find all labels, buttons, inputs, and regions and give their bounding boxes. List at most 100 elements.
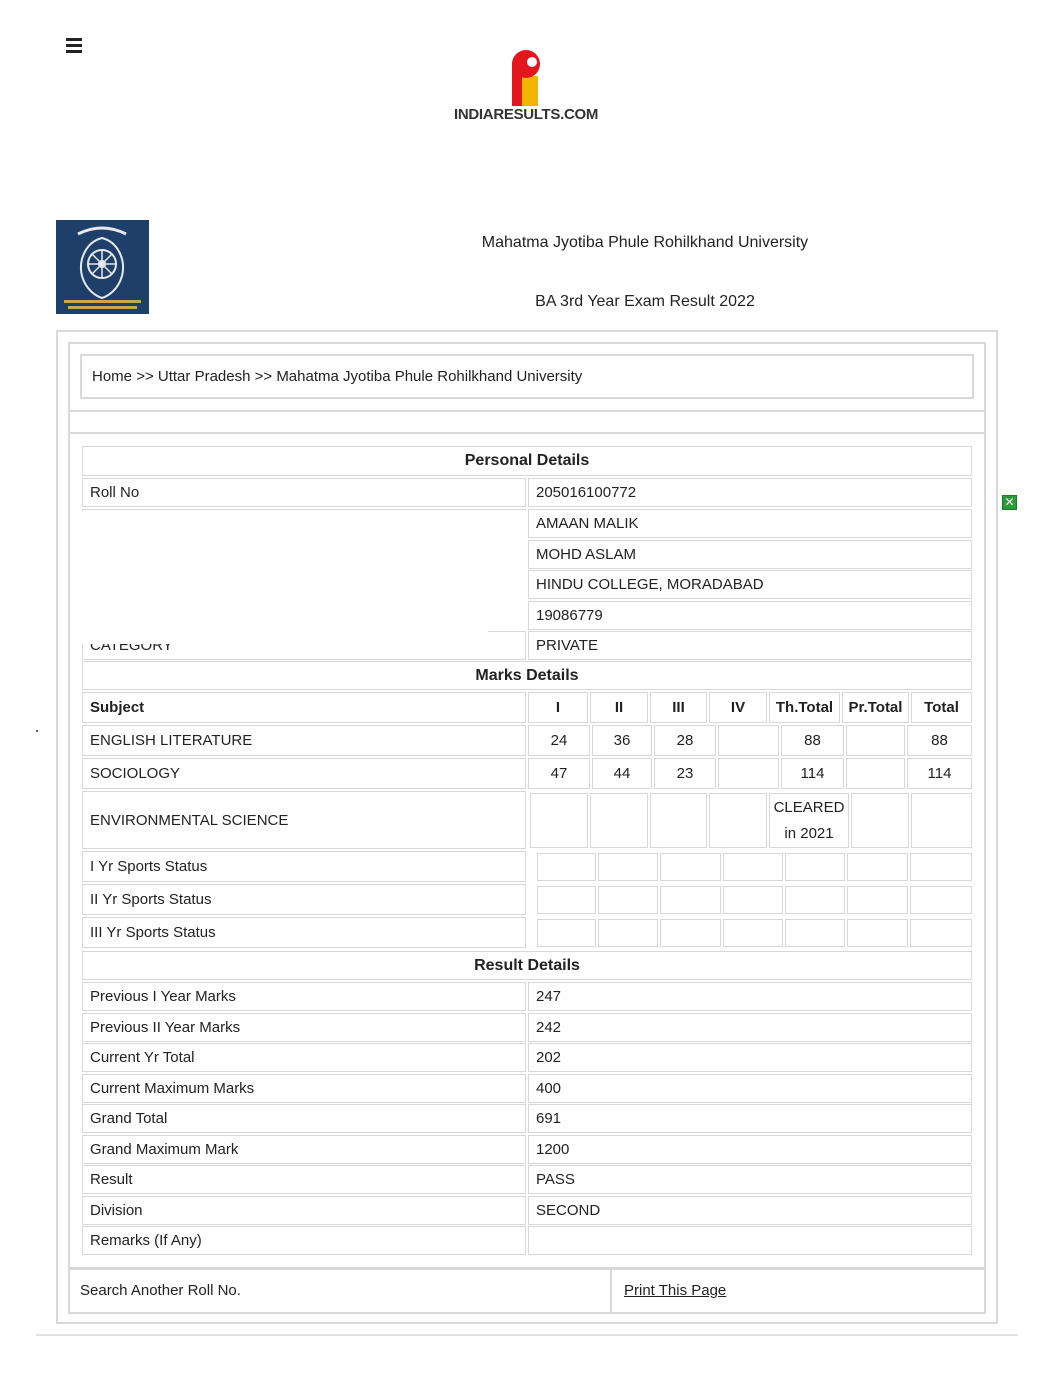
marks-header-iv: IV [709,692,767,723]
ad-overlay-blank [70,511,488,644]
marks-total: 114 [907,758,972,789]
ad-close-icon[interactable]: ✕ [1002,495,1017,510]
marks-pr-total [846,725,905,756]
breadcrumb-separator: >> [254,368,273,385]
result-value: 1200 [528,1135,972,1164]
page-divider [36,1334,1018,1336]
sports-cell [910,919,972,947]
print-page-link[interactable]: Print This Page [610,1270,984,1312]
marks-th-total: 114 [781,758,844,789]
sports-cell [598,853,658,881]
marks-th-total: 88 [781,725,844,756]
sports-cell [598,919,658,947]
university-name: Mahatma Jyotiba Phule Rohilkhand Univers… [481,234,809,251]
result-label: Previous II Year Marks [82,1013,526,1042]
site-logo-mark [512,50,540,106]
name-value: AMAAN MALIK [528,509,972,538]
breadcrumb-separator: >> [136,368,154,385]
marks-i [530,793,588,848]
marks-iii: 28 [654,725,716,756]
marks-iv [718,725,779,756]
marks-header-th-total: Th.Total [769,692,840,723]
sports-status-label: III Yr Sports Status [82,917,526,948]
sports-cell [537,886,596,914]
marks-header-subject: Subject [82,692,526,723]
result-label: Current Maximum Marks [82,1074,526,1103]
result-label: Result [82,1165,526,1194]
sports-cell [847,919,908,947]
marks-ii: 44 [592,758,652,789]
marks-i: 24 [528,725,590,756]
breadcrumb-home[interactable]: Home [92,368,132,385]
remarks-value [528,1226,972,1255]
marks-ii [590,793,648,848]
sports-cell [910,853,972,881]
breadcrumb-state[interactable]: Uttar Pradesh [158,368,251,385]
result-label: Grand Maximum Mark [82,1135,526,1164]
subject-name: ENGLISH LITERATURE [82,725,526,756]
sports-cell [723,919,783,947]
enrolment-value: 19086779 [528,601,972,630]
cleared-status: CLEARED [773,798,845,816]
sports-cell [847,853,908,881]
result-value: 691 [528,1104,972,1133]
result-label: Current Yr Total [82,1043,526,1072]
sports-cell [910,886,972,914]
marks-total [911,793,972,848]
sports-cell [660,853,721,881]
sports-status-label: II Yr Sports Status [82,884,526,915]
marks-header-i: I [528,692,588,723]
marks-header-total: Total [911,692,972,723]
marks-header-iii: III [650,692,707,723]
result-label: Remarks (If Any) [82,1226,526,1255]
sports-cell [660,886,721,914]
sports-cell [723,886,783,914]
roll-no-value: 205016100772 [528,478,972,507]
marks-pr-total [846,758,905,789]
search-another-roll-link[interactable]: Search Another Roll No. [70,1270,610,1312]
personal-details-heading: Personal Details [82,446,972,476]
marks-ii: 36 [592,725,652,756]
result-details-heading: Result Details [82,951,972,980]
category-value: PRIVATE [528,631,972,660]
spacer-row [68,410,986,434]
result-value: 242 [528,1013,972,1042]
stray-dot [36,730,38,732]
sports-cell [785,886,845,914]
marks-i: 47 [528,758,590,789]
sports-cell [723,853,783,881]
sports-cell [785,919,845,947]
print-page-label: Print This Page [624,1282,727,1299]
exam-title: BA 3rd Year Exam Result 2022 [535,293,755,310]
site-logo-text: INDIARESULTS.COM [454,106,599,123]
marks-total: 88 [907,725,972,756]
hamburger-menu-icon[interactable] [66,38,86,56]
subject-name: SOCIOLOGY [82,758,526,789]
marks-iv [718,758,779,789]
roll-no-label: Roll No [82,478,526,507]
sports-cell [537,853,596,881]
result-label: Previous I Year Marks [82,982,526,1011]
result-value: 202 [528,1043,972,1072]
marks-th-total-cleared: CLEARED in 2021 [769,793,849,848]
result-status-value: PASS [528,1165,972,1194]
site-logo[interactable]: INDIARESULTS.COM [452,48,602,128]
breadcrumb-university[interactable]: Mahatma Jyotiba Phule Rohilkhand Univers… [276,368,582,385]
result-label: Grand Total [82,1104,526,1133]
marks-iii: 23 [654,758,716,789]
marks-pr-total [851,793,909,848]
marks-header-ii: II [590,692,648,723]
marks-details-heading: Marks Details [82,661,972,690]
ad-overlay-blank-edge [488,511,526,630]
father-name-value: MOHD ASLAM [528,540,972,569]
subject-name: ENVIRONMENTAL SCIENCE [82,791,526,849]
sports-cell [660,919,721,947]
sports-cell [785,853,845,881]
marks-header-pr-total: Pr.Total [842,692,909,723]
marks-iv [709,793,767,848]
cleared-year: in 2021 [784,824,834,842]
result-value: 247 [528,982,972,1011]
university-logo [56,220,149,314]
marks-iii [650,793,707,848]
sports-cell [537,919,596,947]
